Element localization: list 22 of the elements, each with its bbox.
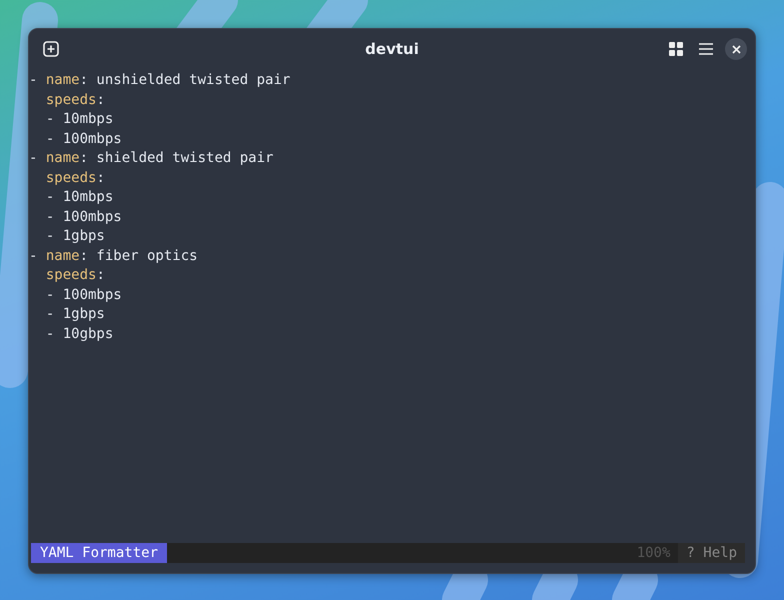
code-line: - 10mbps <box>44 110 114 129</box>
window-title: devtui <box>365 40 419 58</box>
grid-icon <box>669 42 683 56</box>
code-line: speeds: <box>44 90 105 110</box>
code-line: - 100mbps <box>44 130 122 148</box>
code-line: speeds: <box>44 168 105 188</box>
plus-square-icon <box>43 41 59 57</box>
help-hint: ? Help <box>678 543 745 563</box>
code-line: - name: unshielded twisted pair <box>29 71 290 90</box>
code-line: speeds: <box>44 266 105 285</box>
menu-icon <box>699 43 713 55</box>
code-line: - 10gbps <box>44 324 114 344</box>
code-line: - 100mbps <box>44 208 122 226</box>
code-line: - 10mbps <box>44 188 114 207</box>
mode-label: YAML Formatter <box>31 543 168 563</box>
code-line: - 1gbps <box>44 305 105 324</box>
code-line: - 1gbps <box>44 227 105 246</box>
code-line: - name: shielded twisted pair <box>29 149 274 168</box>
code-line: - name: fiber optics <box>29 246 198 266</box>
close-icon <box>732 44 740 54</box>
close-button[interactable] <box>725 38 747 60</box>
code-line: - 100mbps <box>44 286 122 304</box>
